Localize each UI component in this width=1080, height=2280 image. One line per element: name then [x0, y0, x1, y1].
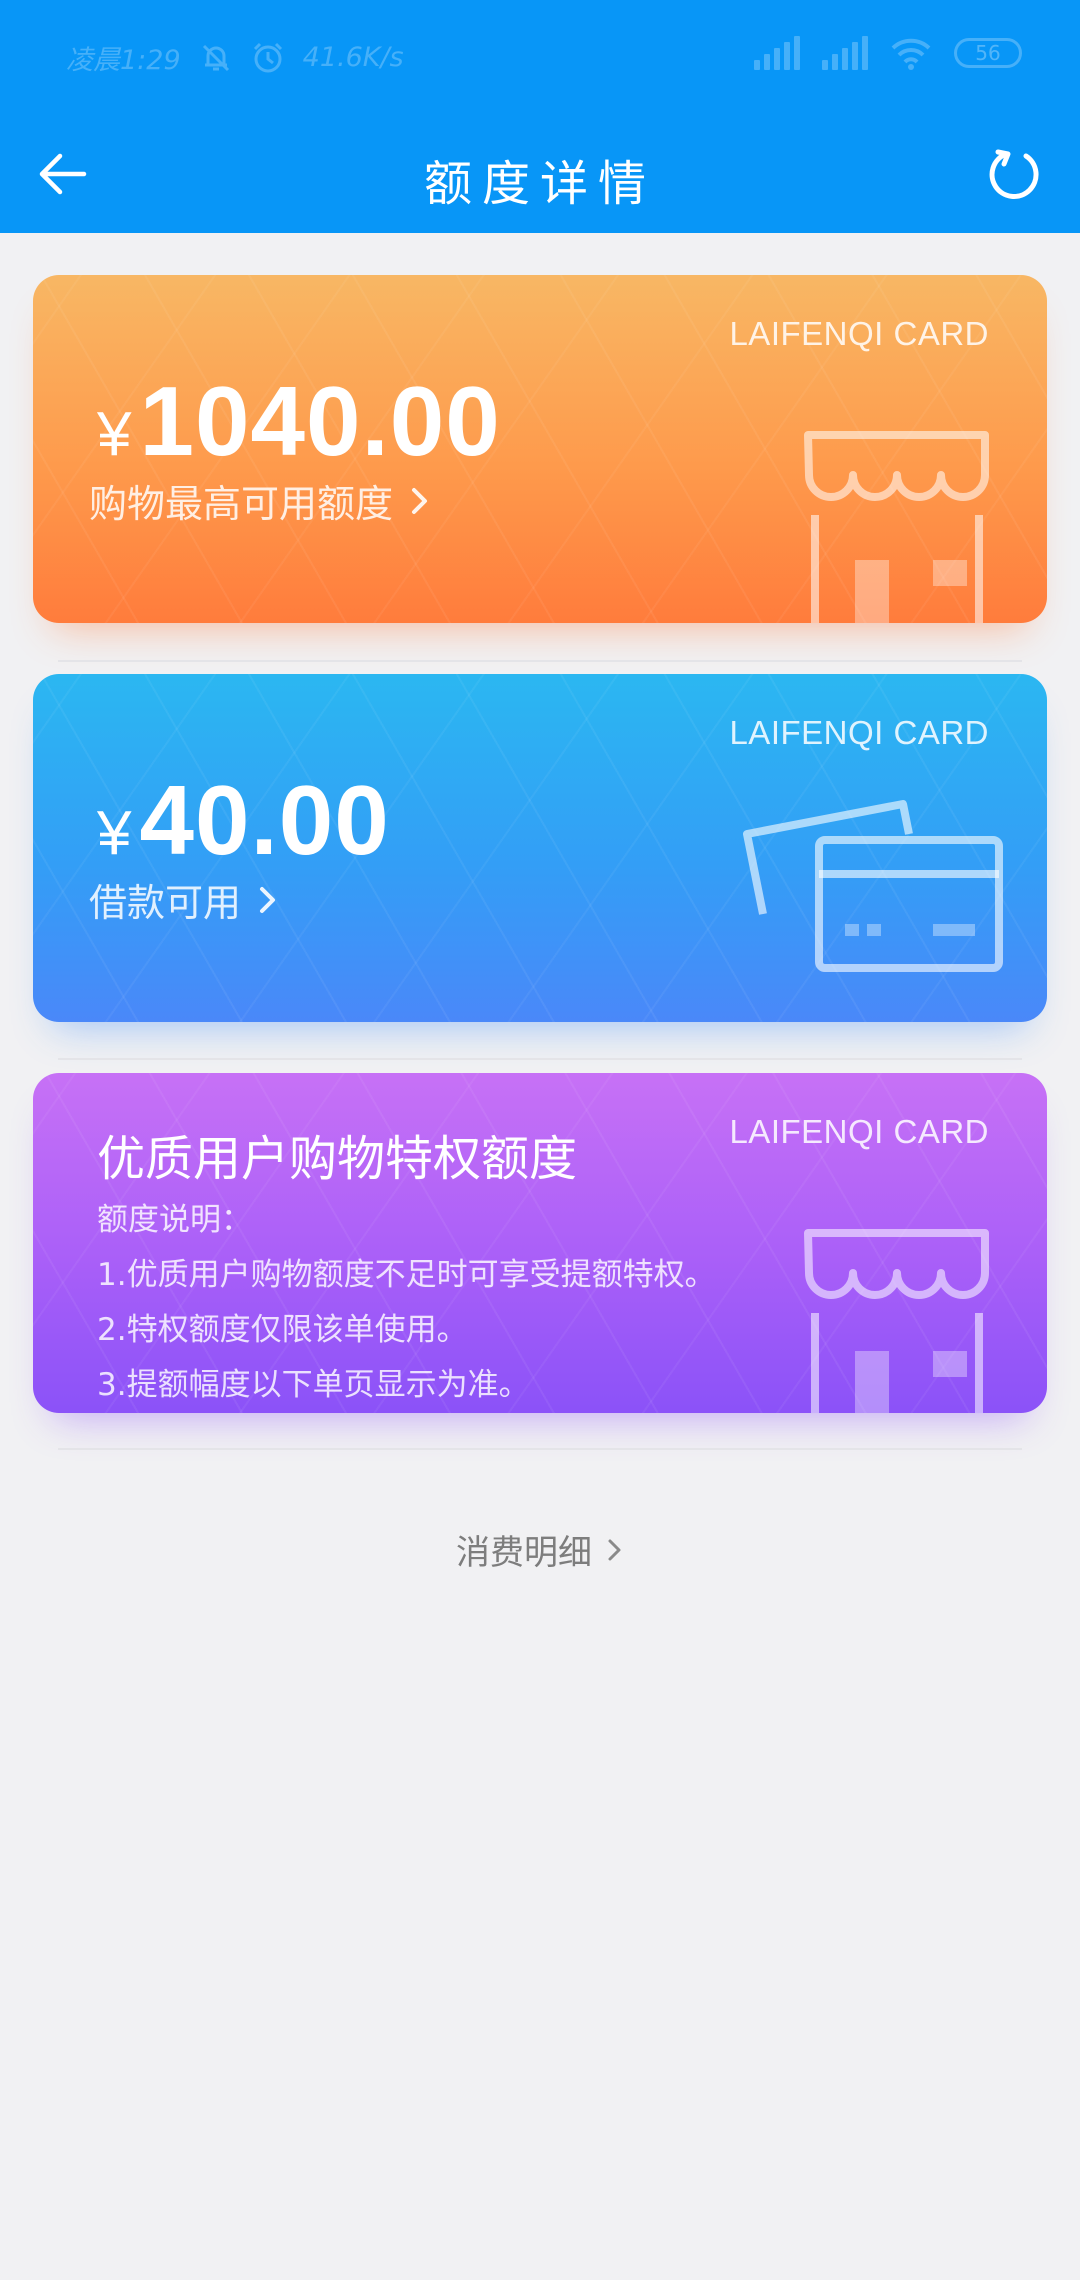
divider	[58, 660, 1022, 662]
shopping-credit-link[interactable]: 购物最高可用额度	[89, 473, 431, 528]
page-title: 额度详情	[423, 156, 656, 212]
status-time: 凌晨1:29	[66, 45, 181, 76]
alarm-icon	[253, 42, 282, 72]
loan-credit-card[interactable]: LAIFENQI CARD ¥ 40.00 借款可用	[33, 674, 1047, 1022]
consumption-details-label: 消费明细	[456, 1533, 592, 1573]
refresh-icon[interactable]	[984, 144, 1044, 204]
credit-cards-icon	[743, 800, 1003, 972]
hd-signal-icon	[754, 36, 800, 70]
chevron-right-icon	[608, 1539, 621, 1560]
shopping-credit-amount: ¥ 1040.00	[97, 365, 501, 478]
store-icon	[804, 431, 989, 623]
store-icon	[804, 1229, 989, 1413]
divider	[58, 1058, 1022, 1060]
wifi-icon	[891, 38, 931, 70]
shopping-credit-label: 购物最高可用额度	[89, 482, 394, 526]
amount-value: 1040.00	[139, 366, 501, 476]
currency-symbol: ¥	[97, 400, 132, 469]
amount-value: 40.00	[139, 765, 390, 875]
loan-credit-amount: ¥ 40.00	[97, 764, 390, 877]
chevron-right-icon	[412, 487, 428, 514]
signal-icon	[822, 36, 868, 70]
premium-privilege-card: LAIFENQI CARD 优质用户购物特权额度 额度说明： 1.优质用户购物额…	[33, 1073, 1047, 1413]
card-brand: LAIFENQI CARD	[729, 714, 989, 751]
privilege-description: 额度说明： 1.优质用户购物额度不足时可享受提额特权。 2.特权额度仅限该单使用…	[97, 1193, 716, 1413]
consumption-details-link[interactable]: 消费明细	[0, 1525, 1080, 1574]
shopping-credit-card[interactable]: LAIFENQI CARD ¥ 1040.00 购物最高可用额度	[33, 275, 1047, 623]
currency-symbol: ¥	[97, 799, 132, 868]
top-bar: 凌晨1:29 41.6K/s 56 额度详情	[0, 0, 1080, 233]
card-brand: LAIFENQI CARD	[729, 1113, 989, 1150]
network-speed: 41.6K/s	[302, 42, 404, 73]
chevron-right-icon	[260, 886, 276, 913]
divider	[58, 1448, 1022, 1450]
description-line: 2.特权额度仅限该单使用。	[97, 1312, 468, 1348]
nav-bar: 额度详情	[0, 116, 1080, 233]
description-title: 额度说明：	[97, 1202, 252, 1238]
loan-credit-link[interactable]: 借款可用	[89, 872, 279, 927]
status-bar: 凌晨1:29 41.6K/s 56	[0, 0, 1080, 116]
card-brand: LAIFENQI CARD	[729, 315, 989, 352]
description-line: 1.优质用户购物额度不足时可享受提额特权。	[97, 1257, 716, 1293]
privilege-title: 优质用户购物特权额度	[97, 1131, 578, 1187]
mute-icon	[202, 44, 229, 71]
loan-credit-label: 借款可用	[89, 881, 242, 925]
description-line: 3.提额幅度以下单页显示为准。	[97, 1367, 530, 1403]
battery-icon: 56	[954, 38, 1022, 68]
